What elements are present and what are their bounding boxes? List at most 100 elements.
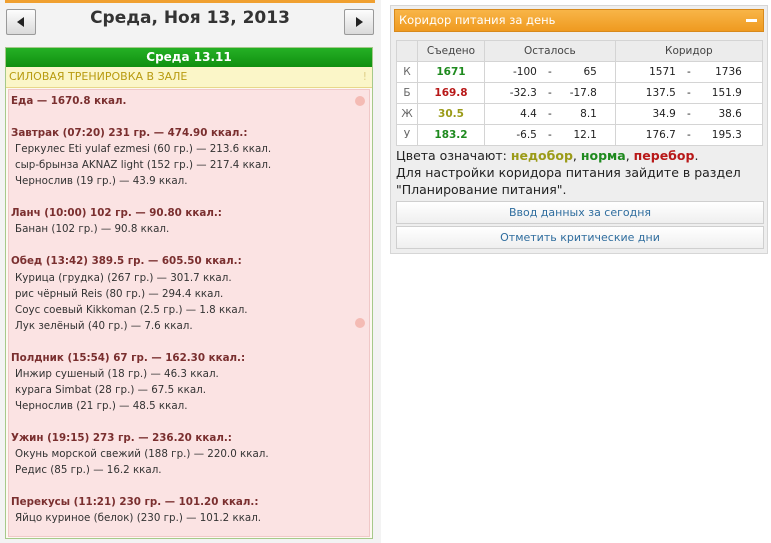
left-range: -32.3 - -17.8 (484, 82, 616, 104)
meal-item: Чернослив (19 гр.) — 43.9 ккал. (15, 175, 188, 188)
dash: - (547, 87, 552, 99)
nutrient-label: К (396, 61, 418, 83)
eaten-value: 183.2 (417, 124, 485, 146)
corridor-max: 38.6 (718, 108, 742, 120)
eaten-value: 169.8 (417, 82, 485, 104)
corridor-range: 34.9 - 38.6 (614, 103, 764, 125)
meal-item: Окунь морской свежий (188 гр.) — 220.0 к… (15, 448, 269, 461)
column-header (396, 40, 418, 62)
left-max: 65 (583, 66, 597, 78)
meals-list: Еда — 1670.8 ккал. Завтрак (07:20) 231 г… (9, 90, 369, 526)
meal-item: Банан (102 гр.) — 90.8 ккал. (15, 223, 170, 236)
table-row: К 1671 -100 - 65 1571 - 1736 (396, 61, 764, 83)
left-min: 4.4 (520, 108, 537, 120)
dash: - (686, 87, 691, 99)
meal-item: рис чёрный Reis (80 гр.) — 294.4 ккал. (15, 287, 224, 300)
meal-title[interactable]: Ланч (10:00) 102 гр. — 90.80 ккал.: (11, 205, 369, 221)
apple-icon (355, 318, 365, 328)
left-min: -6.5 (516, 129, 537, 141)
left-range: 4.4 - 8.1 (484, 103, 616, 125)
legend-end: . (694, 148, 699, 163)
meal-title[interactable]: Полдник (15:54) 67 гр. — 162.30 ккал.: (11, 350, 369, 366)
meal-title[interactable]: Ужин (19:15) 273 гр. — 236.20 ккал.: (11, 430, 369, 446)
table-row: У 183.2 -6.5 - 12.1 176.7 - 195.3 (396, 124, 764, 146)
meal-item: сыр-брынза AKNAZ light (152 гр.) — 217.4… (15, 159, 272, 172)
corridor-min: 137.5 (645, 87, 676, 99)
prev-day-button[interactable] (6, 9, 36, 35)
left-min: -100 (513, 66, 537, 78)
left-max: 12.1 (573, 129, 597, 141)
nutrient-label: Ж (396, 103, 418, 125)
dash: - (686, 129, 691, 141)
dash: - (547, 108, 552, 120)
corridor-table: Съедено Осталось Коридор К 1671 -100 - 6… (396, 40, 764, 146)
day-column: Среда, Ноя 13, 2013 Среда 13.11 СИЛОВАЯ … (0, 0, 381, 543)
legend-line-2: Для настройки коридора питания зайдите в… (396, 165, 741, 180)
left-max: -17.8 (569, 87, 597, 99)
legend-under: недобор (510, 148, 573, 163)
left-range: -6.5 - 12.1 (484, 124, 616, 146)
corridor-min: 176.7 (645, 129, 676, 141)
table-row: Ж 30.5 4.4 - 8.1 34.9 - 38.6 (396, 103, 764, 125)
date-title: Среда, Ноя 13, 2013 (90, 8, 290, 28)
corridor-max: 1736 (715, 66, 742, 78)
color-legend: Цвета означают: недобор, норма, перебор.… (396, 147, 764, 198)
legend-line-3: "Планирование питания". (396, 182, 567, 197)
next-day-button[interactable] (344, 9, 374, 35)
left-max: 8.1 (580, 108, 597, 120)
corridor-panel: Коридор питания за день Съедено Осталось… (390, 5, 768, 254)
critical-days-button[interactable]: Отметить критические дни (396, 226, 764, 249)
training-label: СИЛОВАЯ ТРЕНИРОВКА В ЗАЛЕ (9, 70, 188, 83)
meal-item: Чернослив (21 гр.) — 48.5 ккал. (15, 399, 188, 412)
column-header-left: Осталось (484, 40, 616, 62)
meal-item: курага Simbat (28 гр.) — 67.5 ккал. (15, 383, 207, 396)
column-header-corridor: Коридор (614, 40, 764, 62)
legend-sep: , (625, 148, 634, 163)
meal-item: Курица (грудка) (267 гр.) — 301.7 ккал. (15, 271, 232, 284)
meal-item: Инжир сушеный (18 гр.) — 46.3 ккал. (15, 367, 219, 380)
minus-icon (746, 19, 757, 22)
corridor-max: 195.3 (711, 129, 742, 141)
training-warning-icon: ! (362, 70, 367, 83)
enter-data-button[interactable]: Ввод данных за сегодня (396, 201, 764, 224)
meal-item: Геркулес Eti yulaf ezmesi (60 гр.) — 213… (15, 143, 272, 156)
corridor-range: 176.7 - 195.3 (614, 124, 764, 146)
training-row[interactable]: СИЛОВАЯ ТРЕНИРОВКА В ЗАЛЕ ! (6, 67, 372, 88)
corridor-max: 151.9 (711, 87, 742, 99)
corridor-range: 1571 - 1736 (614, 61, 764, 83)
day-header: Среда 13.11 (6, 48, 372, 67)
meal-item: Соус соевый Kikkoman (2.5 гр.) — 1.8 кка… (15, 303, 248, 316)
legend-prefix: Цвета означают: (396, 148, 511, 163)
eaten-value: 1671 (417, 61, 485, 83)
corridor-min: 34.9 (652, 108, 676, 120)
corridor-min: 1571 (649, 66, 676, 78)
legend-line-1: Цвета означают: недобор, норма, перебор. (396, 147, 764, 164)
meals-area: Еда — 1670.8 ккал. Завтрак (07:20) 231 г… (8, 89, 370, 537)
corridor-title: Коридор питания за день (399, 13, 556, 27)
column-header-eaten: Съедено (417, 40, 485, 62)
right-triangle-icon (356, 17, 363, 27)
collapse-button[interactable] (746, 13, 757, 28)
meal-title[interactable]: Завтрак (07:20) 231 гр. — 474.90 ккал.: (11, 125, 369, 141)
left-range: -100 - 65 (484, 61, 616, 83)
meal-title[interactable]: Перекусы (11:21) 230 гр. — 101.20 ккал.: (11, 494, 369, 510)
food-total: Еда — 1670.8 ккал. (11, 95, 127, 107)
dash: - (547, 66, 552, 78)
dash: - (547, 129, 552, 141)
left-triangle-icon (17, 17, 24, 27)
corridor-header: Коридор питания за день (394, 9, 764, 32)
legend-norm: норма (580, 148, 626, 163)
nutrient-label: Б (396, 82, 418, 104)
meal-item: Лук зелёный (40 гр.) — 7.6 ккал. (15, 319, 193, 332)
top-accent-line (5, 0, 375, 3)
apple-icon (355, 96, 365, 106)
day-panel: Среда 13.11 СИЛОВАЯ ТРЕНИРОВКА В ЗАЛЕ ! … (5, 47, 373, 539)
corridor-range: 137.5 - 151.9 (614, 82, 764, 104)
meal-title[interactable]: Обед (13:42) 389.5 гр. — 605.50 ккал.: (11, 253, 369, 269)
